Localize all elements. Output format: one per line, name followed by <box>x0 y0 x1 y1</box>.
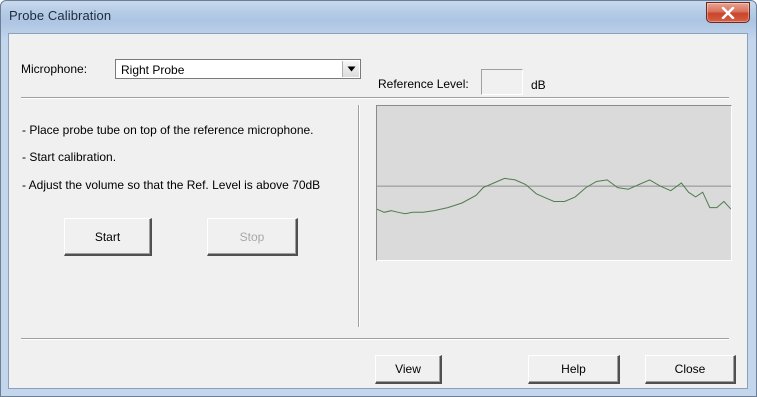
level-plot <box>376 105 732 261</box>
view-button[interactable]: View <box>375 355 442 384</box>
close-button[interactable]: Close <box>645 355 736 384</box>
window-close-button[interactable] <box>706 2 750 23</box>
reference-level-unit: dB <box>531 78 546 92</box>
probe-calibration-window: Probe Calibration Microphone: Right Prob… <box>0 0 757 397</box>
start-button[interactable]: Start <box>64 218 152 256</box>
close-icon <box>721 6 735 19</box>
microphone-label: Microphone: <box>21 62 88 76</box>
microphone-select-value: Right Probe <box>121 63 185 77</box>
bottom-divider <box>21 338 729 340</box>
title-bar[interactable]: Probe Calibration <box>1 1 756 33</box>
stop-button[interactable]: Stop <box>207 218 298 256</box>
dialog-body: Microphone: Right Probe - Place probe tu… <box>8 33 748 389</box>
help-button[interactable]: Help <box>528 355 620 384</box>
instruction-line-2: - Start calibration. <box>22 150 117 164</box>
instruction-line-3: - Adjust the volume so that the Ref. Lev… <box>22 178 321 192</box>
instruction-line-1: - Place probe tube on top of the referen… <box>22 123 314 137</box>
reference-level-label: Reference Level: <box>378 77 469 91</box>
dropdown-arrow-button[interactable] <box>342 61 359 77</box>
reference-level-value <box>481 69 523 95</box>
top-divider <box>21 97 729 99</box>
level-trace-line <box>377 177 731 215</box>
chevron-down-icon <box>347 66 355 72</box>
window-title: Probe Calibration <box>9 8 112 23</box>
vertical-divider <box>358 105 360 327</box>
microphone-select[interactable]: Right Probe <box>115 59 361 79</box>
level-plot-svg <box>377 177 731 215</box>
